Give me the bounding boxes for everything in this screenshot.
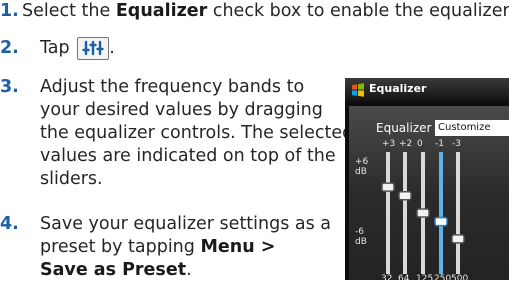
slider-knob[interactable] xyxy=(451,234,465,244)
step-line: the equalizer controls. The selected xyxy=(40,123,354,143)
step-text-part: preset by tapping xyxy=(40,237,201,257)
step-number: 4. xyxy=(0,214,19,234)
step-text-bold: Save as Preset xyxy=(40,260,187,280)
step-text-part: Select the xyxy=(22,1,116,21)
frequency-label: 64 xyxy=(398,274,410,280)
slider-track[interactable] xyxy=(456,152,460,274)
step-text-bold: Equalizer xyxy=(115,1,208,21)
slider-track[interactable] xyxy=(386,152,390,274)
step-text: Tap . xyxy=(40,37,115,60)
equalizer-screenshot: Equalizer Equalizer Customize +6 dB -6 d… xyxy=(345,78,509,280)
frequency-label: 250 xyxy=(434,274,452,280)
step-text-part: . xyxy=(109,38,115,58)
step-text-bold: Menu > xyxy=(200,237,276,257)
slider-knob[interactable] xyxy=(381,182,395,192)
step-number: 2. xyxy=(0,38,19,58)
frequency-label: 500 xyxy=(451,274,469,280)
band-value: -1 xyxy=(435,139,444,149)
slider-knob[interactable] xyxy=(398,190,412,201)
step-number: 3. xyxy=(0,77,19,97)
slider-knob[interactable] xyxy=(416,208,430,218)
step-text-part: check box to enable the equalizer. xyxy=(207,1,509,21)
step-text-part: Tap xyxy=(40,38,76,58)
step-line: values are indicated on top of the xyxy=(40,146,336,166)
slider-knob[interactable] xyxy=(434,216,448,227)
step-line: Save your equalizer settings as a xyxy=(40,214,332,234)
step-line: Adjust the frequency bands to xyxy=(40,77,305,97)
step-text-part: . xyxy=(186,260,192,280)
step-line: preset by tapping Menu > xyxy=(40,236,331,259)
step-number: 1. xyxy=(0,1,19,21)
step-text: Adjust the frequency bands to your desir… xyxy=(40,76,353,191)
step-line: your desired values by dragging xyxy=(40,100,323,120)
slider-track[interactable] xyxy=(403,152,407,274)
band-value: -3 xyxy=(452,139,461,149)
step-text: Save your equalizer settings as a preset… xyxy=(40,213,331,282)
frequency-label: 32 xyxy=(381,274,393,280)
step-line: sliders. xyxy=(40,169,103,189)
step-line: Save as Preset. xyxy=(40,259,331,282)
equalizer-sliders xyxy=(381,152,465,274)
band-value: +3 xyxy=(382,139,396,149)
band-value: 0 xyxy=(417,139,423,149)
frequency-label: 125 xyxy=(416,274,434,280)
equalizer-sliders-icon xyxy=(77,37,110,60)
band-value: +2 xyxy=(399,139,413,149)
slider-track[interactable] xyxy=(439,152,443,274)
step-text: Select the Equalizer check box to enable… xyxy=(22,0,509,23)
